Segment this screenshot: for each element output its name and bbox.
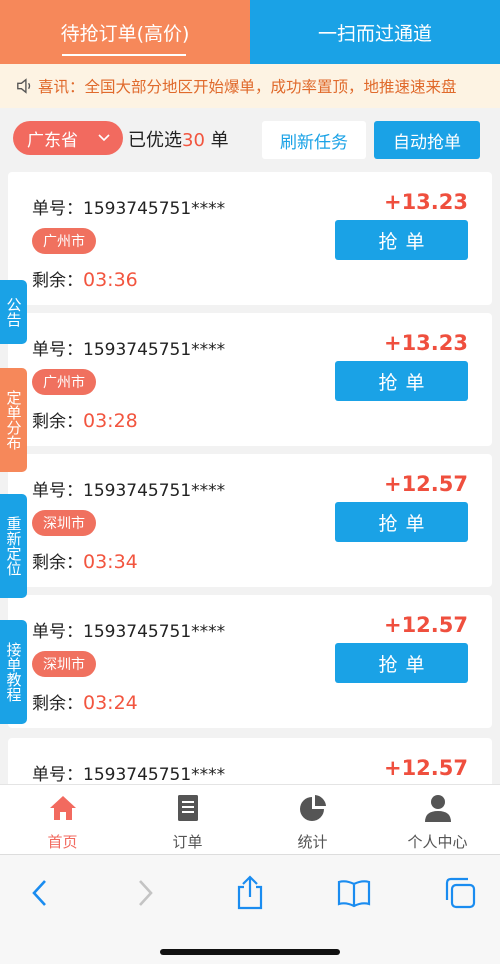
order-amount: +13.23 <box>383 190 468 214</box>
city-badge: 深圳市 <box>32 651 96 677</box>
grab-order-button[interactable]: 抢单 <box>335 643 468 683</box>
nav-label: 首页 <box>47 833 78 851</box>
chevron-right-icon <box>139 880 153 906</box>
province-select[interactable]: 广东省 <box>13 121 123 155</box>
home-icon <box>49 796 76 820</box>
filter-row: 广东省 已优选30 单 刷新任务 自动抢单 <box>0 108 500 170</box>
remaining-label: 剩余： <box>32 412 83 432</box>
bottom-nav: 首页 订单 统计 个人中心 <box>0 784 500 854</box>
pie-chart-icon <box>299 795 326 821</box>
notice-text: 喜讯：全国大部分地区开始爆单，成功率置顶，地推速速来盘 <box>38 78 457 96</box>
order-number: 单号：1593745751**** <box>32 199 226 219</box>
remaining-time: 剩余：03:36 <box>32 266 138 291</box>
city-badge: 广州市 <box>32 369 96 395</box>
order-amount: +13.23 <box>383 331 468 355</box>
city-badge: 广州市 <box>32 228 96 254</box>
province-label: 广东省 <box>27 130 78 151</box>
side-tab-label: 公告 <box>4 297 23 327</box>
order-amount: +12.57 <box>383 756 468 780</box>
countdown: 03:28 <box>83 410 138 432</box>
order-card: 单号：1593745751**** 深圳市 剩余：03:24 +12.57 抢单 <box>8 595 492 728</box>
share-button[interactable] <box>232 875 268 911</box>
countdown: 03:36 <box>83 269 138 291</box>
order-card: 单号：1593745751**** 深圳市 剩余：03:34 +12.57 抢单 <box>8 454 492 587</box>
tab-pending-orders-label: 待抢订单(高价) <box>60 22 190 45</box>
side-tab-tutorial[interactable]: 接单教程 <box>0 620 27 724</box>
tab-pending-orders[interactable]: 待抢订单(高价) <box>0 0 250 64</box>
browser-toolbar <box>0 854 500 964</box>
order-number: 单号：1593745751**** <box>32 765 226 785</box>
city-badge: 深圳市 <box>32 510 96 536</box>
countdown: 03:34 <box>83 551 138 573</box>
side-tab-label: 定单分布 <box>4 390 23 450</box>
order-number: 单号：1593745751**** <box>32 481 226 501</box>
nav-home[interactable]: 首页 <box>0 785 125 855</box>
side-tab-label: 接单教程 <box>4 642 23 702</box>
back-button[interactable] <box>22 875 58 911</box>
auto-grab-button[interactable]: 自动抢单 <box>374 121 480 159</box>
speaker-icon <box>17 78 31 94</box>
tab-quick-channel-label: 一扫而过通道 <box>317 22 432 45</box>
side-tab-relocate[interactable]: 重新定位 <box>0 494 27 598</box>
document-icon <box>177 795 198 821</box>
forward-button[interactable] <box>127 875 163 911</box>
grab-order-button[interactable]: 抢单 <box>335 361 468 401</box>
chevron-left-icon <box>32 880 46 906</box>
home-indicator <box>160 949 340 955</box>
grab-order-button[interactable]: 抢单 <box>335 502 468 542</box>
order-card: 单号：1593745751**** 广州市 剩余：03:28 +13.23 抢单 <box>8 313 492 446</box>
bookmarks-button[interactable] <box>336 875 372 911</box>
selected-count: 30 <box>182 130 205 151</box>
selected-prefix: 已优选 <box>128 130 182 151</box>
remaining-label: 剩余： <box>32 271 83 291</box>
countdown: 03:24 <box>83 692 138 714</box>
tabs-button[interactable] <box>442 875 478 911</box>
chevron-down-icon <box>98 134 110 142</box>
nav-profile[interactable]: 个人中心 <box>375 785 500 855</box>
active-tab-underline <box>62 54 186 56</box>
order-number: 单号：1593745751**** <box>32 340 226 360</box>
tab-quick-channel[interactable]: 一扫而过通道 <box>250 0 500 64</box>
refresh-tasks-button[interactable]: 刷新任务 <box>262 121 366 159</box>
share-icon <box>237 875 263 910</box>
nav-label: 订单 <box>172 833 203 851</box>
side-tab-label: 重新定位 <box>4 516 23 576</box>
order-amount: +12.57 <box>383 613 468 637</box>
nav-statistics[interactable]: 统计 <box>250 785 375 855</box>
grab-order-button[interactable]: 抢单 <box>335 220 468 260</box>
order-card: 单号：1593745751**** 广州市 剩余：03:36 +13.23 抢单 <box>8 172 492 305</box>
nav-label: 个人中心 <box>407 833 468 851</box>
remaining-time: 剩余：03:24 <box>32 689 138 714</box>
nav-orders[interactable]: 订单 <box>125 785 250 855</box>
remaining-time: 剩余：03:28 <box>32 407 138 432</box>
top-tab-bar: 待抢订单(高价) 一扫而过通道 <box>0 0 500 64</box>
selected-count-text: 已优选30 单 <box>128 126 229 152</box>
remaining-label: 剩余： <box>32 694 83 714</box>
remaining-time: 剩余：03:34 <box>32 548 138 573</box>
book-icon <box>337 880 371 908</box>
remaining-label: 剩余： <box>32 553 83 573</box>
tabs-icon <box>445 877 476 909</box>
side-tab-announcement[interactable]: 公告 <box>0 280 27 344</box>
notice-bar: 喜讯：全国大部分地区开始爆单，成功率置顶，地推速速来盘 <box>0 64 500 108</box>
person-icon <box>424 795 451 822</box>
order-number: 单号：1593745751**** <box>32 622 226 642</box>
order-amount: +12.57 <box>383 472 468 496</box>
selected-suffix: 单 <box>210 130 229 151</box>
side-tab-order-distribution[interactable]: 定单分布 <box>0 368 27 472</box>
nav-label: 统计 <box>297 833 328 851</box>
